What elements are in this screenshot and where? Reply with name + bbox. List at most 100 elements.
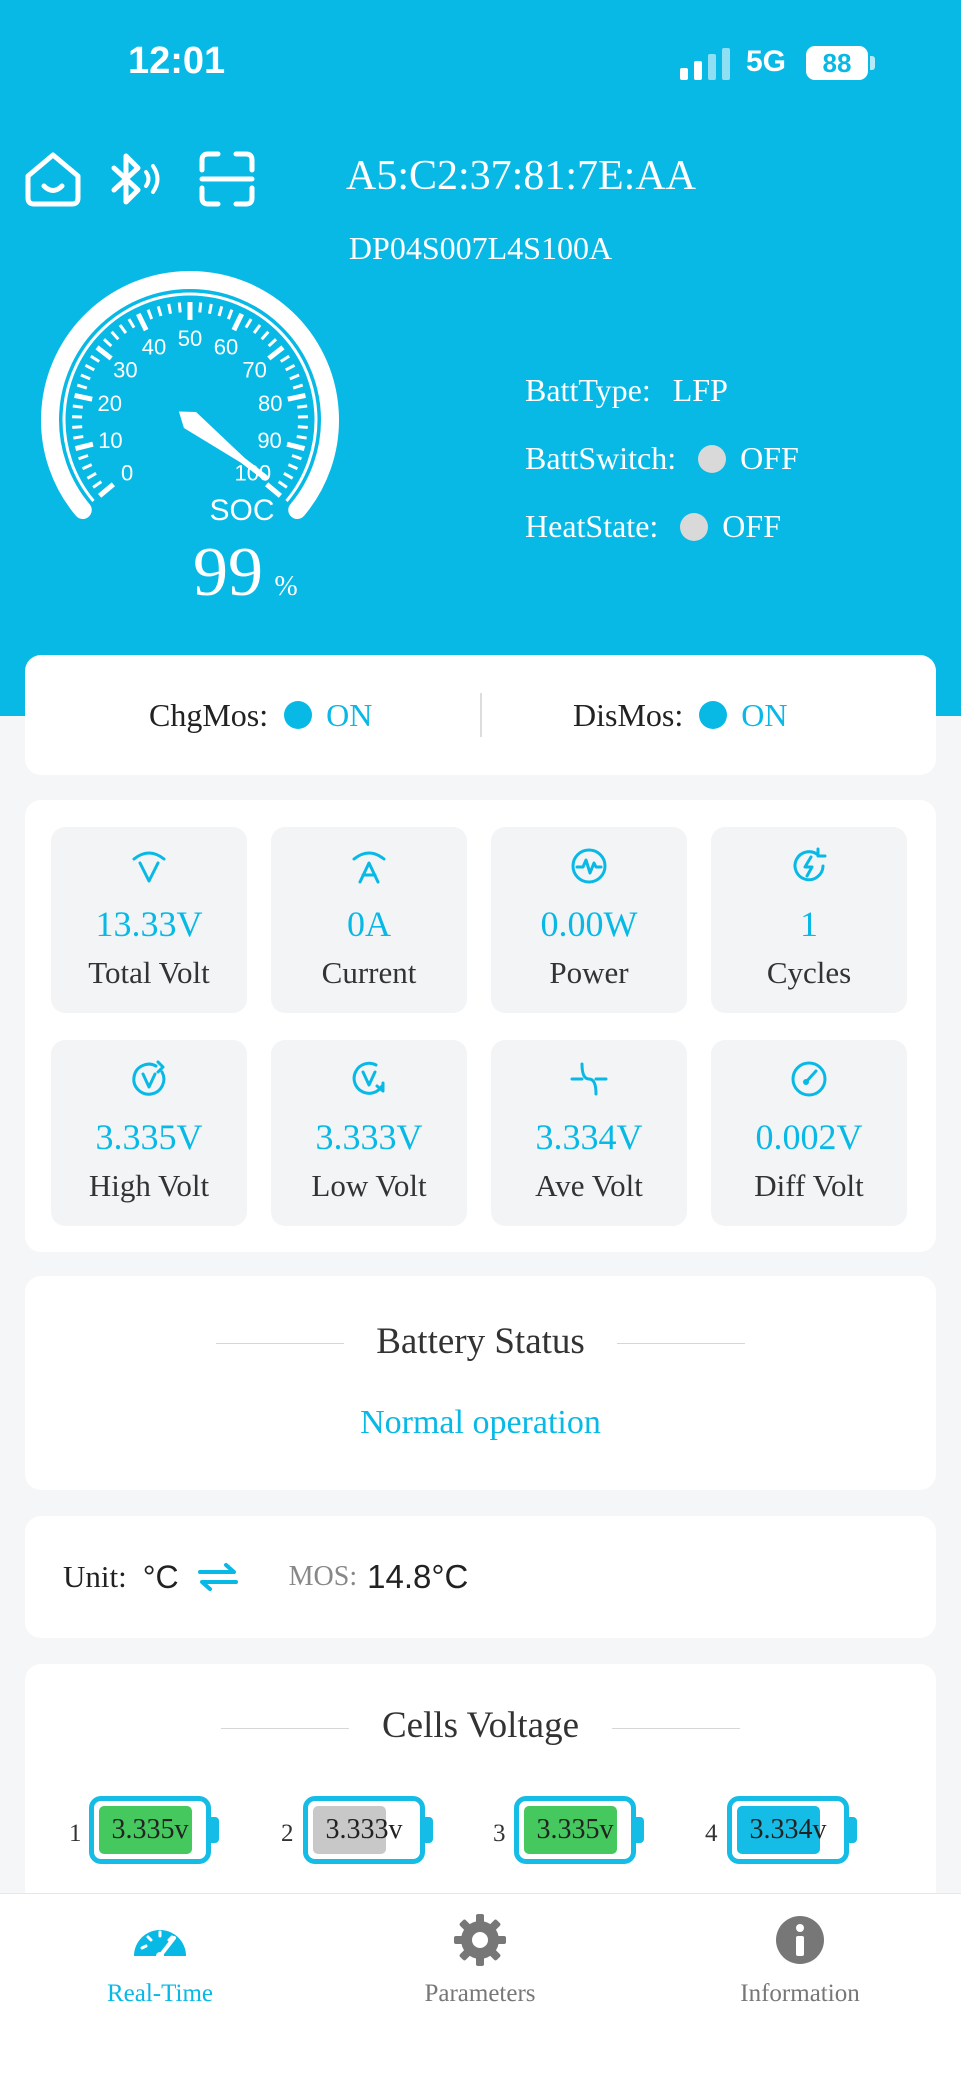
cell-voltage: 3.335v (111, 1814, 189, 1845)
unit-label: Unit: (63, 1559, 127, 1594)
bluetooth-icon[interactable] (104, 148, 166, 210)
metric-label: Total Volt (88, 955, 210, 990)
batt-type-row: BattType: LFP (525, 372, 728, 409)
mos-divider (480, 693, 482, 737)
heat-state-indicator (680, 512, 709, 541)
metric-value: 0.00W (540, 904, 638, 944)
heat-state-row: HeatState: OFF (525, 508, 781, 545)
cell-tip (424, 1817, 433, 1843)
tab-label: Information (740, 1980, 860, 2007)
unit-value: °C (142, 1558, 179, 1595)
cell-index: 2 (281, 1820, 294, 1847)
gauge-tick-label: 40 (142, 334, 166, 359)
home-icon[interactable] (22, 148, 84, 210)
gauge-minor-tick (297, 404, 308, 409)
gauge-minor-tick (73, 435, 84, 440)
gear-icon (454, 1914, 506, 1966)
soc-unit: % (274, 571, 297, 602)
scan-icon[interactable] (196, 148, 258, 210)
gauge-tick-label: 30 (113, 358, 137, 383)
chg-mos-indicator (284, 701, 313, 729)
gauge-minor-tick (110, 330, 120, 341)
temperature-card: Unit: °C MOS: 14.8°C (25, 1516, 936, 1638)
gauge-minor-tick (78, 454, 89, 461)
metric-label: Diff Volt (754, 1168, 864, 1203)
tab-information[interactable]: Information (680, 1894, 920, 2014)
gauge-major-tick (287, 393, 306, 402)
volt-icon (132, 851, 166, 883)
metric-value: 1 (800, 904, 818, 944)
gauge-major-tick (74, 441, 94, 451)
cells-voltage-title: Cells Voltage (382, 1705, 579, 1746)
gauge-major-tick (95, 345, 113, 361)
cycles-icon (793, 847, 827, 882)
device-model: DP04S007L4S100A (348, 230, 613, 266)
gauge-minor-tick (102, 338, 113, 348)
dis-mos-status: DisMos: ON (573, 655, 787, 775)
batt-type-value: LFP (672, 372, 728, 408)
gauge-minor-tick (260, 330, 270, 341)
status-bar: 12:01 5G 88 (0, 0, 961, 130)
gauge-minor-tick (80, 373, 91, 381)
metric-value: 0A (347, 904, 391, 944)
dis-mos-value: ON (741, 696, 788, 733)
info-icon (776, 1916, 824, 1964)
status-time: 12:01 (128, 40, 226, 82)
gauge-minor-tick (81, 463, 93, 471)
gauge-minor-tick (267, 338, 278, 348)
gauge-minor-tick (208, 303, 213, 315)
current-icon (352, 851, 386, 884)
metric-total-volt: 13.33V Total Volt (51, 827, 247, 1013)
high-volt-icon (132, 1060, 166, 1096)
mos-card: ChgMos: ON DisMos: ON (25, 655, 936, 775)
gauge-tick-label: 90 (257, 428, 281, 453)
batt-switch-label: BattSwitch: (525, 440, 677, 476)
tab-parameters[interactable]: Parameters (360, 1894, 600, 2014)
cell-battery-3: 3.335v (514, 1796, 644, 1864)
gauge-major-tick (97, 482, 116, 498)
gauge-minor-tick (292, 383, 304, 390)
gauge-major-tick (136, 312, 149, 332)
gauge-tick-label: 10 (98, 428, 122, 453)
title-rule-right (617, 1343, 745, 1344)
power-icon (571, 848, 607, 884)
gauge-major-tick (231, 312, 244, 332)
dis-mos-indicator (699, 701, 728, 729)
soc-gauge: 010203040 50 60708090100 SOC 99 % (41, 271, 339, 611)
cell-tip (848, 1817, 857, 1843)
metric-value: 3.333V (315, 1117, 423, 1157)
low-volt-icon (352, 1061, 385, 1095)
metric-label: Ave Volt (535, 1168, 643, 1203)
dis-mos-label: DisMos: (573, 696, 684, 733)
cell-tip (635, 1817, 644, 1843)
metric-high-volt: 3.335V High Volt (51, 1040, 247, 1226)
mos-temp-value: 14.8°C (367, 1558, 469, 1595)
tab-real-time[interactable]: Real-Time (40, 1894, 280, 2014)
gauge-minor-tick (217, 305, 224, 317)
gauge-tick-label: 20 (98, 391, 122, 416)
gauge-minor-tick (279, 354, 290, 363)
metrics-card: 13.33V Total Volt 0A Current 0.00W Power… (25, 800, 936, 1252)
gauge-major-tick (74, 393, 93, 402)
chg-mos-label: ChgMos: (149, 696, 269, 733)
cell-voltage: 3.333v (325, 1814, 403, 1845)
ave-volt-icon (570, 1062, 608, 1096)
cell-battery-4: 3.334v (727, 1796, 857, 1864)
cell-index: 3 (493, 1820, 506, 1847)
cell-index: 4 (705, 1820, 718, 1847)
battery-tip (870, 56, 875, 70)
bottom-tab-bar: Real-Time Parameters Information (0, 1893, 961, 2082)
chg-mos-status: ChgMos: ON (149, 655, 372, 775)
gauge-minor-tick (118, 324, 128, 334)
metric-value: 0.002V (755, 1117, 863, 1157)
gauge-minor-tick (84, 364, 95, 372)
gauge-major-tick (267, 345, 285, 361)
gauge-needle-head (178, 411, 266, 478)
cell-battery-1: 3.335v (89, 1796, 219, 1864)
batt-switch-row: BattSwitch: OFF (525, 440, 799, 477)
speedometer-icon (134, 1930, 186, 1960)
temperature-row: Unit: °C MOS: 14.8°C (63, 1516, 468, 1638)
metric-value: 3.334V (535, 1117, 643, 1157)
title-rule-right (612, 1728, 740, 1729)
swap-unit-icon[interactable] (197, 1562, 239, 1592)
